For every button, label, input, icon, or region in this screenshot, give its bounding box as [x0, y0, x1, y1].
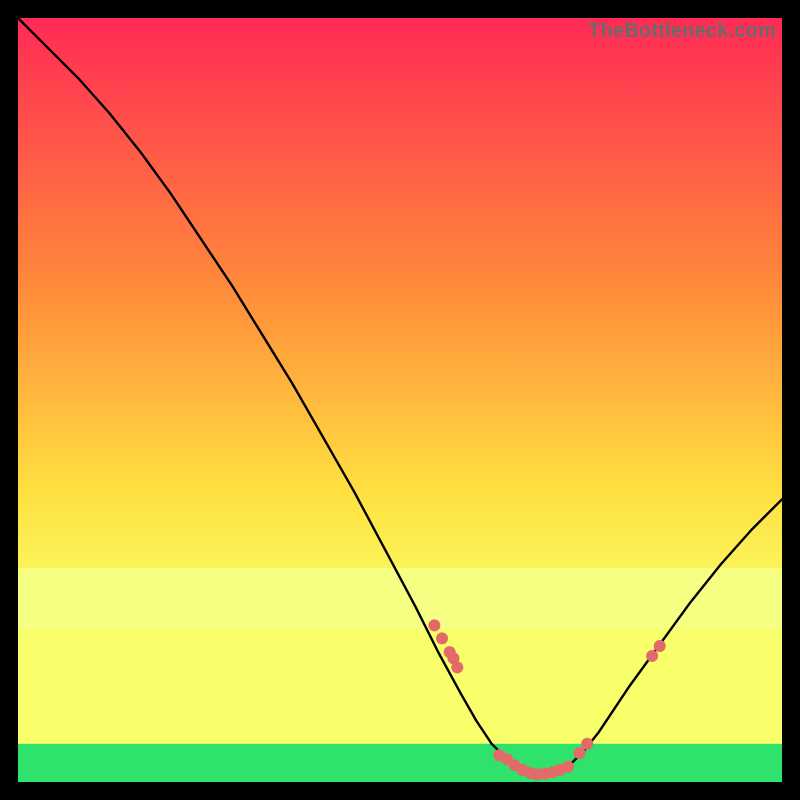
bottleneck-chart	[18, 18, 782, 782]
band-green	[18, 744, 782, 782]
watermark-text: TheBottleneck.com	[588, 20, 776, 43]
highlight-dot	[654, 640, 666, 652]
highlight-dot	[574, 747, 586, 759]
gradient-background	[18, 18, 782, 782]
plot-area	[18, 18, 782, 782]
highlight-dot	[436, 632, 448, 644]
highlight-dot	[428, 619, 440, 631]
highlight-dot	[646, 650, 658, 662]
highlight-dot	[581, 738, 593, 750]
chart-frame: TheBottleneck.com	[18, 18, 782, 782]
highlight-dot	[562, 761, 574, 773]
highlight-dot	[451, 661, 463, 673]
